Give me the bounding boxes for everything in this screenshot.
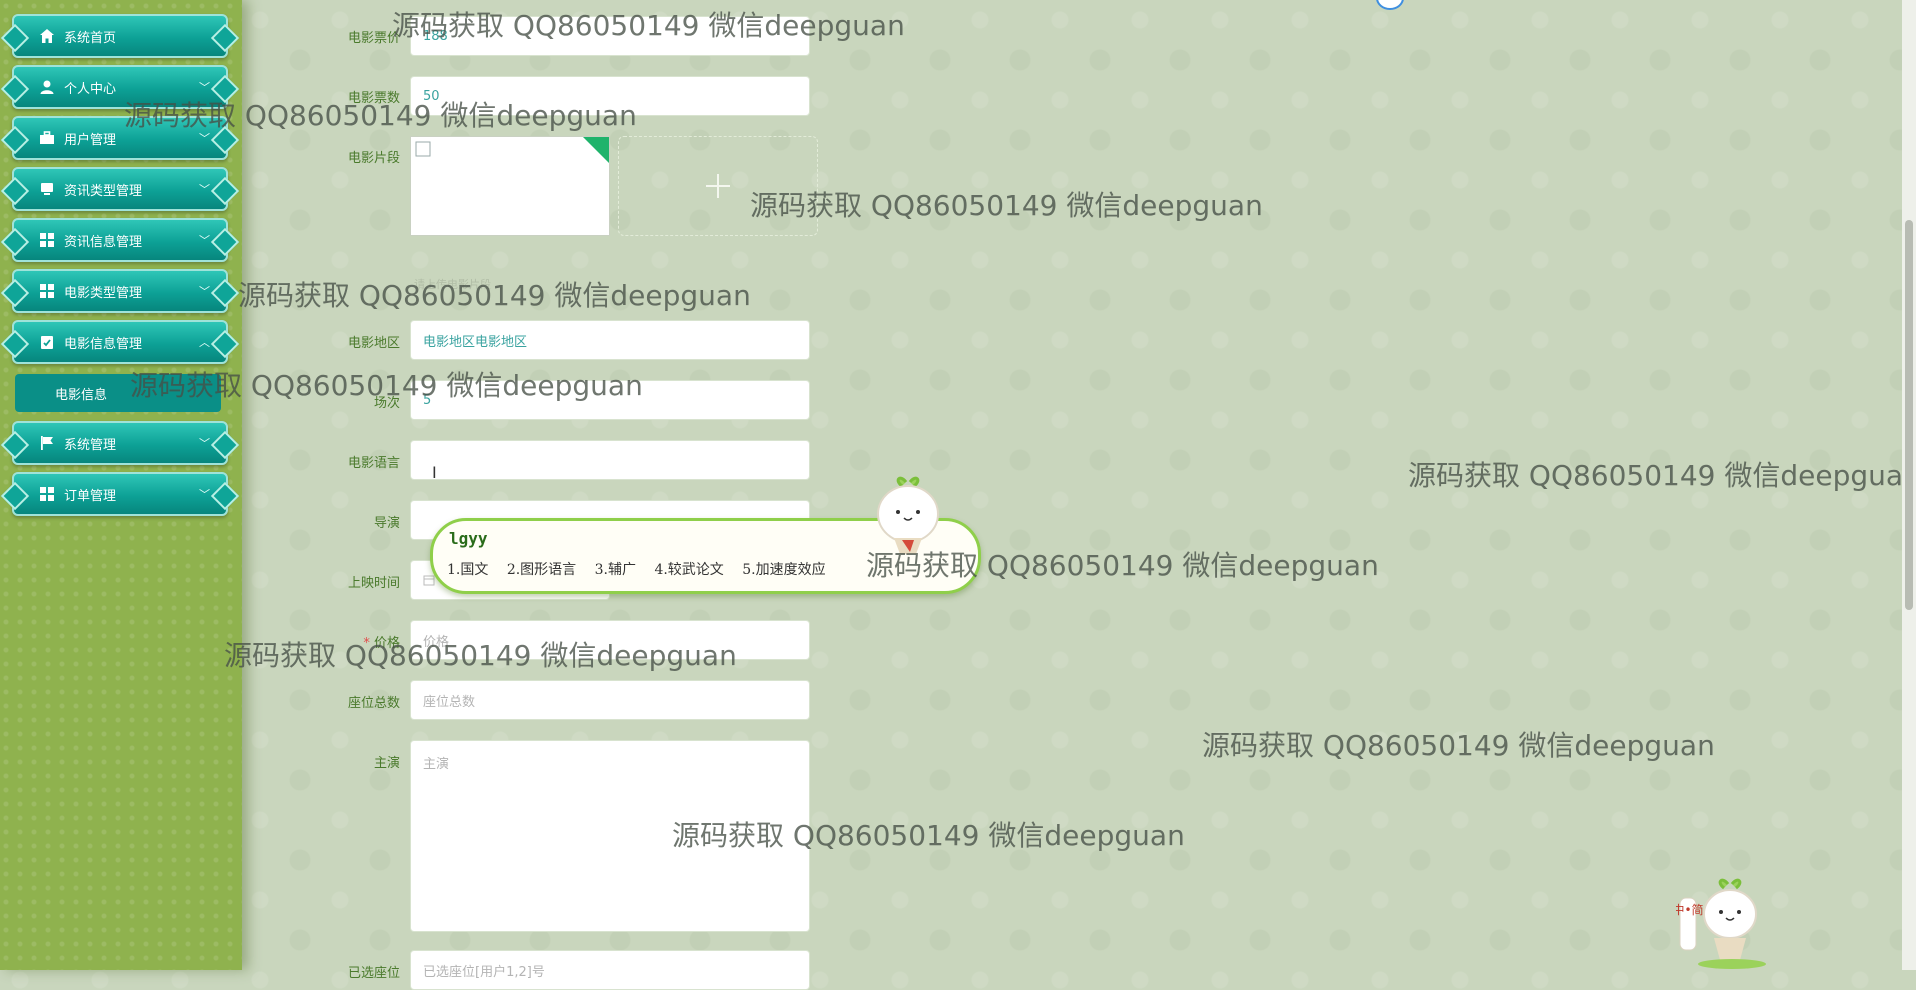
page-scrollbar[interactable] — [1902, 0, 1916, 970]
menu-item-system-management[interactable]: 系统管理 ﹀ — [12, 421, 228, 465]
ticket-count-input[interactable]: 50 — [410, 76, 810, 116]
cast-label: 主演 — [373, 756, 400, 771]
chevron-down-icon: ﹀ — [199, 234, 210, 247]
user-icon — [38, 78, 56, 96]
ime-candidate[interactable]: 5.加速度效应 — [742, 562, 825, 578]
language-label: 电影语言 — [347, 456, 400, 471]
menu-label: 个人中心 — [64, 81, 117, 97]
submenu-item-movie-info[interactable]: 电影信息 — [15, 374, 221, 412]
menu-item-personal-center[interactable]: 个人中心 ﹀ — [12, 65, 228, 109]
clip-thumbnail[interactable] — [410, 136, 610, 236]
watermark-text: 源码获取 QQ86050149 微信deepguan — [750, 189, 1263, 222]
menu-label: 电影信息管理 — [64, 336, 143, 352]
grid-icon — [38, 282, 56, 300]
watermark-text: 源码获取 QQ86050149 微信deepguan — [238, 279, 751, 312]
menu-label: 电影类型管理 — [64, 285, 143, 301]
cast-textarea[interactable]: 主演 — [410, 740, 810, 932]
ime-candidate[interactable]: 2.图形语言 — [507, 562, 576, 578]
briefcase-icon — [38, 129, 56, 147]
ime-candidates: 1.国文 2.图形语言 3.辅广 4.较武论文 5.加速度效应 — [447, 559, 840, 579]
chevron-down-icon: ﹀ — [199, 488, 210, 501]
seat-selected-label: 已选座位 — [347, 966, 400, 981]
price-input[interactable]: 价格 — [410, 620, 810, 660]
chevron-down-icon: ﹀ — [199, 183, 210, 196]
sidebar: 系统首页 个人中心 ﹀ 用户管理 ﹀ 资讯类型管理 ﹀ 资讯信息管理 ﹀ 电影类… — [0, 0, 242, 970]
scrollbar-thumb[interactable] — [1905, 220, 1913, 610]
required-marker: * — [363, 636, 370, 651]
menu-label: 资讯类型管理 — [64, 183, 143, 199]
watermark-text: 源码获取 QQ86050149 微信deepguan — [1408, 459, 1916, 492]
menu-label: 用户管理 — [64, 132, 117, 148]
region-label: 电影地区 — [347, 336, 400, 351]
release-time-label: 上映时间 — [347, 576, 400, 591]
flag-icon — [38, 434, 56, 452]
chevron-down-icon: ﹀ — [199, 285, 210, 298]
menu-item-order-management[interactable]: 订单管理 ﹀ — [12, 472, 228, 516]
chevron-down-icon: ﹀ — [199, 132, 210, 145]
ticket-price-label: 电影票价 — [347, 31, 400, 46]
language-input[interactable] — [410, 440, 810, 480]
clip-hint-text: 请上传电影片段 — [414, 278, 491, 291]
menu-item-news-type-management[interactable]: 资讯类型管理 ﹀ — [12, 167, 228, 211]
plus-icon — [706, 174, 730, 198]
menu-item-home[interactable]: 系统首页 — [12, 14, 228, 58]
sessions-label: 场次 — [373, 396, 400, 411]
monitor-icon — [38, 180, 56, 198]
avatar[interactable] — [1376, 0, 1404, 10]
text-cursor-icon: I — [432, 463, 437, 482]
ime-candidate[interactable]: 1.国文 — [447, 562, 488, 578]
clip-label: 电影片段 — [347, 151, 400, 166]
seats-input[interactable]: 座位总数 — [410, 680, 810, 720]
menu-label: 订单管理 — [64, 488, 117, 504]
menu-item-movie-type-management[interactable]: 电影类型管理 ﹀ — [12, 269, 228, 313]
input-method-mascot-icon[interactable]: 中•简 — [1676, 878, 1768, 970]
menu-label: 资讯信息管理 — [64, 234, 143, 250]
submenu-label: 电影信息 — [55, 387, 108, 403]
price-label-text: 价格 — [373, 636, 400, 651]
menu-label: 系统管理 — [64, 437, 117, 453]
menu-item-news-info-management[interactable]: 资讯信息管理 ﹀ — [12, 218, 228, 262]
ticket-count-label: 电影票数 — [347, 91, 400, 106]
calendar-icon — [423, 575, 435, 586]
ime-candidate[interactable]: 4.较武论文 — [654, 562, 723, 578]
chevron-down-icon: ﹀ — [199, 437, 210, 450]
mascot-badge-text: 中•简 — [1676, 902, 1704, 917]
seats-label: 座位总数 — [347, 696, 400, 711]
chevron-down-icon: ﹀ — [199, 81, 210, 94]
menu-item-movie-info-management[interactable]: 电影信息管理 ︿ — [12, 320, 228, 364]
director-label: 导演 — [373, 516, 400, 531]
chevron-up-icon: ︿ — [199, 336, 210, 349]
broken-image-icon — [415, 141, 431, 157]
status-corner — [583, 137, 609, 163]
ticket-price-input[interactable]: 188 — [410, 16, 810, 56]
ime-candidate[interactable]: 3.辅广 — [595, 562, 636, 578]
grid-icon — [38, 231, 56, 249]
grid-icon — [38, 485, 56, 503]
seat-selected-input[interactable]: 已选座位[用户1,2]号 — [410, 950, 810, 990]
menu-item-user-management[interactable]: 用户管理 ﹀ — [12, 116, 228, 160]
ime-composition-text: lgyy — [449, 529, 488, 548]
menu-label: 系统首页 — [64, 30, 117, 46]
clip-upload-button[interactable] — [618, 136, 818, 236]
watermark-text: 源码获取 QQ86050149 微信deepguan — [1202, 729, 1715, 762]
clipboard-icon — [38, 333, 56, 351]
sessions-input[interactable]: 5 — [410, 380, 810, 420]
price-label: * 价格 — [300, 632, 400, 651]
home-icon — [38, 27, 56, 45]
region-input[interactable]: 电影地区电影地区 — [410, 320, 810, 360]
ime-mascot-icon — [877, 476, 939, 554]
